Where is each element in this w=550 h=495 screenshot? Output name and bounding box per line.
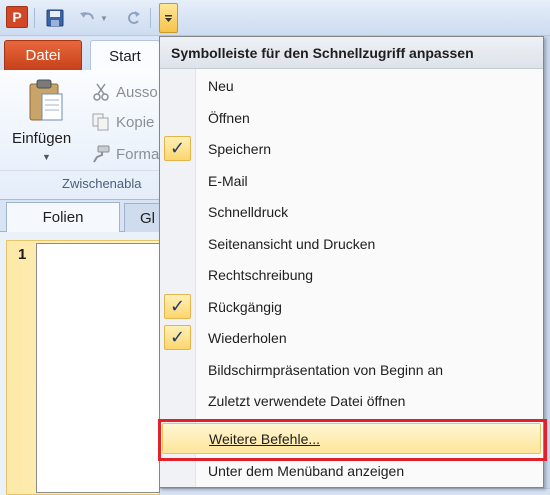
menu-item-seitenansicht[interactable]: Seitenansicht und Drucken	[160, 228, 543, 259]
toolbar-separator	[34, 8, 35, 28]
scissors-icon	[92, 83, 110, 101]
checkmark-icon: ✓	[164, 294, 191, 319]
menu-item-label: Unter dem Menüband anzeigen	[208, 462, 405, 479]
menu-item-email[interactable]: E-Mail	[160, 165, 543, 196]
paste-button-label[interactable]: Einfügen	[12, 130, 71, 147]
menu-item-zuletzt-verwendet[interactable]: Zuletzt verwendete Datei öffnen	[160, 385, 543, 416]
slide-number: 1	[18, 246, 27, 263]
checkmark-icon: ✓	[164, 136, 191, 161]
format-painter-icon	[92, 145, 110, 163]
redo-icon[interactable]	[122, 7, 144, 29]
menu-item-label: Öffnen	[208, 109, 250, 126]
customize-quick-access-button[interactable]	[159, 3, 178, 33]
menu-item-speichern[interactable]: ✓ Speichern	[160, 133, 543, 164]
copy-label: Kopie	[116, 113, 155, 131]
slide-thumbnail[interactable]	[36, 243, 160, 493]
copy-icon	[92, 113, 110, 131]
menu-item-schnelldruck[interactable]: Schnelldruck	[160, 196, 543, 227]
customize-quick-access-menu: Symbolleiste für den Schnellzugriff anpa…	[159, 36, 544, 488]
menu-item-label: Rechtschreibung	[208, 266, 314, 283]
menu-item-unter-menueband[interactable]: Unter dem Menüband anzeigen	[160, 455, 543, 486]
tab-gliederung[interactable]: Gl	[124, 203, 164, 232]
powerpoint-app-icon[interactable]: P	[6, 6, 28, 28]
paste-dropdown-icon[interactable]: ▼	[42, 152, 51, 162]
slides-pane-tabs: Folien Gl	[0, 200, 164, 232]
menu-item-wiederholen[interactable]: ✓ Wiederholen	[160, 322, 543, 353]
menu-item-label: Schnelldruck	[208, 203, 289, 220]
menu-item-label: Speichern	[208, 140, 272, 157]
menu-item-label: Seitenansicht und Drucken	[208, 235, 376, 252]
menu-item-weitere-befehle[interactable]: Weitere Befehle...	[162, 423, 541, 454]
menu-item-label: Zuletzt verwendete Datei öffnen	[208, 392, 406, 409]
save-icon[interactable]	[44, 7, 66, 29]
cut-label: Ausso	[116, 83, 158, 101]
checkmark-icon: ✓	[164, 325, 191, 350]
format-painter-button[interactable]: Forma	[92, 142, 159, 166]
menu-item-oeffnen[interactable]: Öffnen	[160, 102, 543, 133]
copy-button[interactable]: Kopie	[92, 110, 154, 134]
status-bar	[160, 488, 550, 495]
title-bar: P ▼	[0, 0, 550, 36]
tab-start[interactable]: Start	[90, 40, 160, 71]
group-divider	[0, 170, 160, 171]
format-painter-label: Forma	[116, 145, 160, 163]
clipboard-group-label: Zwischenabla	[62, 176, 142, 191]
tab-datei[interactable]: Datei	[4, 40, 82, 70]
tab-folien[interactable]: Folien	[6, 202, 120, 232]
clipboard-paste-icon[interactable]	[26, 78, 66, 124]
menu-item-label: Neu	[208, 77, 234, 94]
cut-button[interactable]: Ausso	[92, 80, 158, 104]
chevron-down-icon	[165, 14, 172, 22]
undo-dropdown-icon[interactable]: ▼	[98, 7, 110, 29]
menu-item-rueckgaengig[interactable]: ✓ Rückgängig	[160, 291, 543, 322]
toolbar-separator	[150, 8, 151, 28]
menu-item-label: Weitere Befehle...	[209, 430, 321, 447]
menu-item-label: E-Mail	[208, 172, 248, 189]
menu-item-label: Bildschirmpräsentation von Beginn an	[208, 361, 444, 378]
menu-item-neu[interactable]: Neu	[160, 70, 543, 101]
menu-item-bildschirmpraesentation[interactable]: Bildschirmpräsentation von Beginn an	[160, 354, 543, 385]
menu-item-label: Rückgängig	[208, 298, 282, 315]
undo-icon[interactable]	[76, 7, 98, 29]
menu-header: Symbolleiste für den Schnellzugriff anpa…	[160, 37, 543, 69]
menu-item-rechtschreibung[interactable]: Rechtschreibung	[160, 259, 543, 290]
menu-item-label: Wiederholen	[208, 329, 287, 346]
